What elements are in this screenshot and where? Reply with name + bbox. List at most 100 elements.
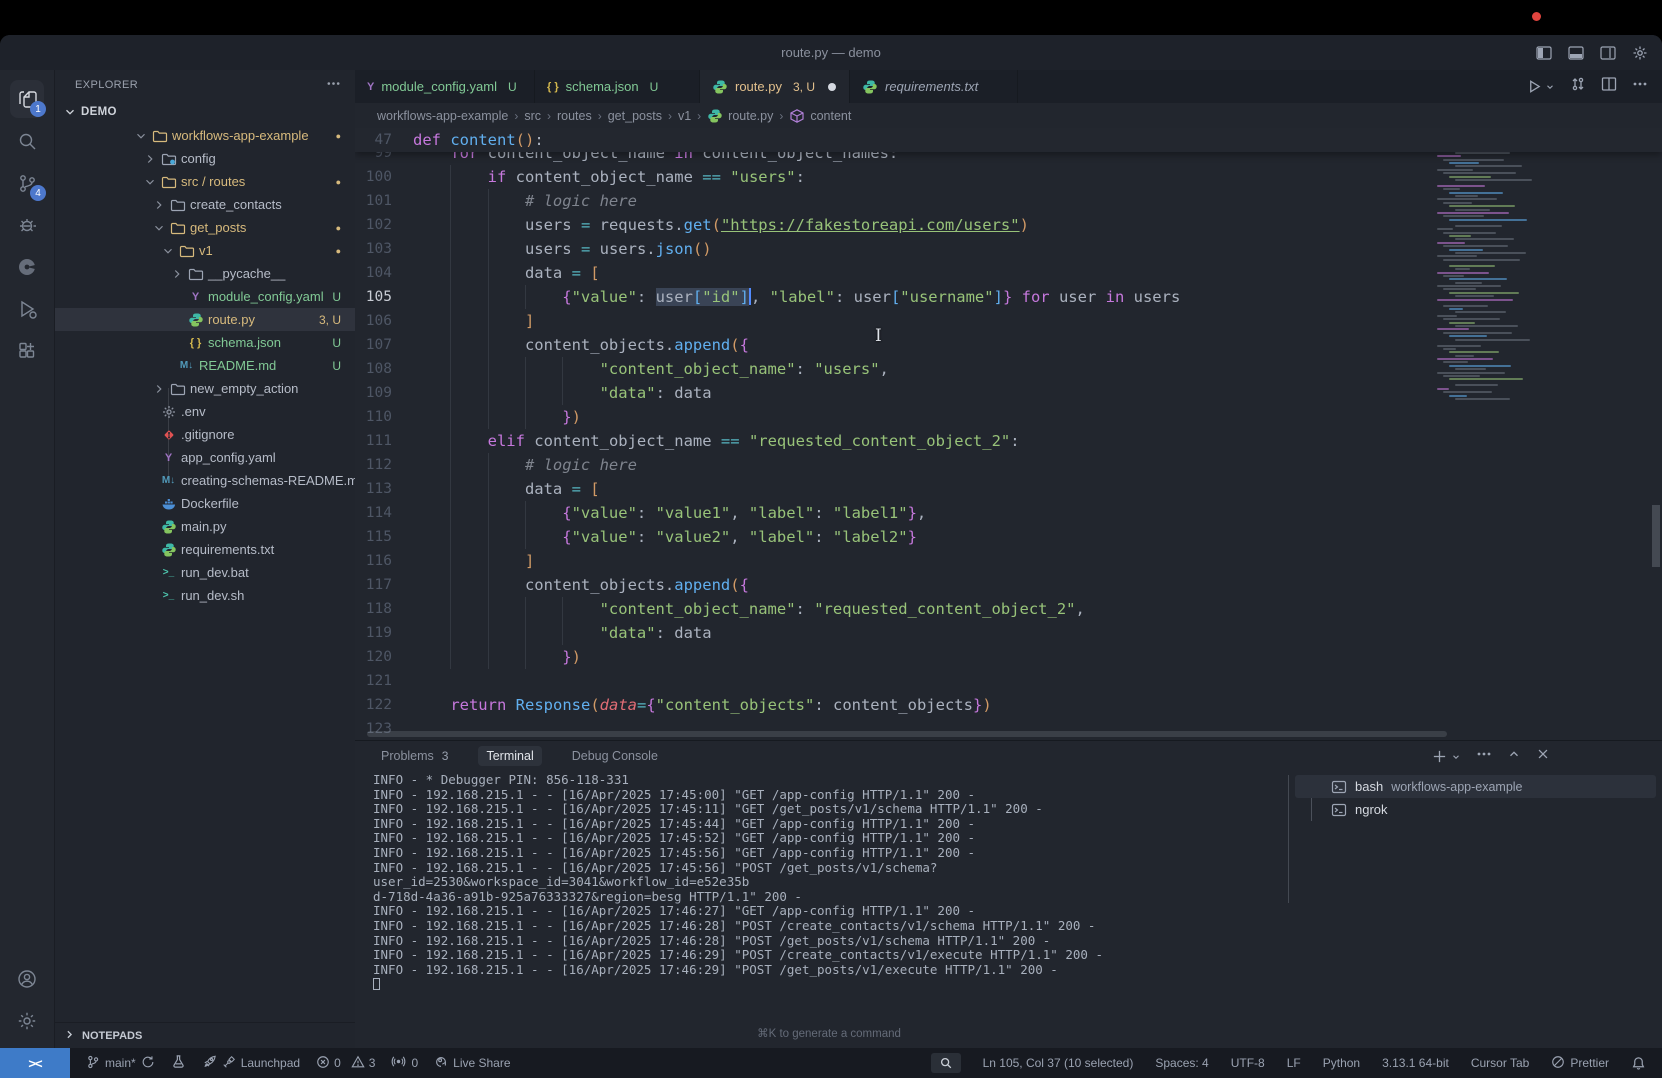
- activity-extension-circle-icon[interactable]: [5, 246, 49, 288]
- python-interpreter-item[interactable]: 3.13.1 64-bit: [1382, 1048, 1449, 1078]
- tree-item-run-dev-sh[interactable]: >_ run_dev.sh: [55, 584, 355, 607]
- remote-indicator[interactable]: ><: [0, 1048, 70, 1078]
- tree-item-requirements-txt[interactable]: requirements.txt: [55, 538, 355, 561]
- breadcrumb-item-v1[interactable]: v1: [678, 109, 691, 123]
- run-python-file-icon[interactable]: [1527, 79, 1555, 94]
- notifications-bell-icon[interactable]: [1631, 1048, 1646, 1078]
- line-number: 106: [365, 313, 392, 329]
- breadcrumb-item-content[interactable]: content: [789, 108, 851, 124]
- activity-extensions-icon[interactable]: [5, 330, 49, 372]
- maximize-panel-icon[interactable]: [1507, 747, 1521, 766]
- panel-tab-problems[interactable]: Problems 3: [373, 746, 456, 766]
- editor-horizontal-scrollbar[interactable]: [367, 731, 1447, 737]
- tree-item-dockerfile[interactable]: Dockerfile: [55, 492, 355, 515]
- activity-test-explorer-icon[interactable]: [5, 288, 49, 330]
- activity-account-icon[interactable]: [5, 958, 49, 1000]
- activity-source-control-icon[interactable]: 4: [5, 162, 49, 204]
- tree-item-workflows-app-example[interactable]: workflows-app-example ●: [55, 124, 355, 147]
- breadcrumb: workflows-app-example › src › routes › get_pos…: [355, 103, 1662, 128]
- tree-item-v1[interactable]: v1 ●: [55, 239, 355, 262]
- tree-item--pycache-[interactable]: __pycache__: [55, 262, 355, 285]
- cursor-tab-item[interactable]: Cursor Tab: [1471, 1048, 1529, 1078]
- recording-indicator-dot: [1532, 12, 1541, 21]
- code-line-112: 112 # logic here: [355, 453, 1662, 477]
- code-editor[interactable]: 47 def content(): 99 for content_object_nam…: [355, 128, 1662, 740]
- notepads-section[interactable]: NOTEPADS: [55, 1022, 355, 1048]
- panel-tab-terminal[interactable]: Terminal: [478, 746, 542, 766]
- terminal-output[interactable]: INFO - * Debugger PIN: 856-118-331 INFO -…: [373, 772, 1285, 1016]
- tree-item-src-routes[interactable]: src / routes ●: [55, 170, 355, 193]
- tree-item-app-config-yaml[interactable]: Yapp_config.yaml: [55, 446, 355, 469]
- tree-item-creating-schemas-readme-md[interactable]: M↓ creating-schemas-README.md: [55, 469, 355, 492]
- more-actions-icon[interactable]: [1632, 76, 1648, 97]
- cursor-position-item[interactable]: Ln 105, Col 37 (10 selected): [983, 1048, 1134, 1078]
- tree-item-get-posts[interactable]: get_posts ●: [55, 216, 355, 239]
- indentation-item[interactable]: Spaces: 4: [1155, 1048, 1208, 1078]
- modified-dot: ●: [335, 176, 341, 187]
- tree-item-readme-md[interactable]: M↓ README.md U: [55, 354, 355, 377]
- live-share-item[interactable]: Live Share: [434, 1048, 511, 1078]
- terminal-search-button[interactable]: [930, 1053, 961, 1073]
- toggle-sidebar-icon[interactable]: [1536, 45, 1552, 61]
- git-branch-item[interactable]: main*: [86, 1048, 155, 1078]
- tab-schema-json[interactable]: { } schema.json U: [535, 70, 700, 103]
- code-line-115: 115 {"value": "value2", "label": "label2"…: [355, 525, 1662, 549]
- workspace-section-demo[interactable]: DEMO: [55, 100, 355, 124]
- beaker-item[interactable]: [171, 1048, 186, 1078]
- tree-item-config[interactable]: config: [55, 147, 355, 170]
- breadcrumb-item-route-py[interactable]: route.py: [707, 108, 773, 124]
- tab-module-config-yaml[interactable]: Ymodule_config.yaml U: [355, 70, 535, 103]
- beaker-icon: [171, 1054, 186, 1072]
- tree-item-schema-json[interactable]: { } schema.json U: [55, 331, 355, 354]
- terminal-more-icon[interactable]: [1476, 746, 1492, 767]
- launchpad-label: Launchpad: [240, 1056, 301, 1070]
- terminal-session-ngrok[interactable]: ngrok: [1295, 798, 1662, 821]
- activity-search-icon[interactable]: [5, 120, 49, 162]
- breadcrumb-separator: ›: [779, 108, 784, 123]
- markdown-icon: M↓: [179, 360, 194, 371]
- activity-run-and-debug-icon[interactable]: [5, 204, 49, 246]
- breadcrumb-item-get-posts[interactable]: get_posts: [608, 109, 662, 123]
- tab-requirements-txt[interactable]: requirements.txt: [850, 70, 1018, 103]
- editor-vertical-scrollbar[interactable]: [1652, 505, 1660, 567]
- breadcrumb-item-routes[interactable]: routes: [557, 109, 592, 123]
- tree-item-run-dev-bat[interactable]: >_ run_dev.bat: [55, 561, 355, 584]
- tree-item-route-py[interactable]: route.py 3, U: [55, 308, 355, 331]
- tree-item-main-py[interactable]: main.py: [55, 515, 355, 538]
- docker-icon: [160, 496, 177, 512]
- breadcrumb-separator: ›: [546, 108, 551, 123]
- toggle-secondary-sidebar-icon[interactable]: [1600, 45, 1616, 61]
- tree-item-new-empty-action[interactable]: new_empty_action: [55, 377, 355, 400]
- explorer-more-icon[interactable]: [326, 76, 341, 94]
- sticky-scroll[interactable]: 47 def content():: [355, 128, 1662, 152]
- tree-item--gitignore[interactable]: .gitignore: [55, 423, 355, 446]
- eol-item[interactable]: LF: [1287, 1048, 1301, 1078]
- terminal-scrollbar[interactable]: [1288, 775, 1289, 903]
- terminal-session-bash[interactable]: bash workflows-app-example: [1295, 775, 1656, 798]
- modified-dot: ●: [335, 245, 341, 256]
- panel-tab-debug-console[interactable]: Debug Console: [564, 746, 666, 766]
- breadcrumb-item-src[interactable]: src: [524, 109, 541, 123]
- tree-item--env[interactable]: .env: [55, 400, 355, 423]
- layout-settings-gear-icon[interactable]: [1632, 45, 1648, 61]
- encoding-item[interactable]: UTF-8: [1231, 1048, 1265, 1078]
- compare-changes-icon[interactable]: [1570, 76, 1586, 97]
- close-panel-icon[interactable]: [1536, 747, 1550, 766]
- prettier-item[interactable]: Prettier: [1551, 1048, 1609, 1078]
- activity-explorer-icon[interactable]: 1: [5, 78, 49, 120]
- split-editor-icon[interactable]: [1601, 76, 1617, 97]
- explorer-sidebar: EXPLORER DEMO workflows-app-example ● conf…: [55, 70, 355, 1048]
- activity-settings-icon[interactable]: [5, 1000, 49, 1042]
- tab-route-py[interactable]: route.py 3, U: [700, 70, 850, 103]
- ports-item[interactable]: 0: [391, 1048, 418, 1078]
- launchpad-item[interactable]: Launchpad: [202, 1048, 300, 1078]
- tree-item-create-contacts[interactable]: create_contacts: [55, 193, 355, 216]
- unsaved-dot-icon[interactable]: [828, 82, 836, 91]
- new-terminal-icon[interactable]: [1432, 749, 1461, 764]
- toggle-panel-icon[interactable]: [1568, 45, 1584, 61]
- problems-item[interactable]: 0 3: [316, 1048, 375, 1078]
- language-mode-item[interactable]: Python: [1323, 1048, 1360, 1078]
- minimap[interactable]: [1437, 130, 1532, 400]
- tree-item-module-config-yaml[interactable]: Ymodule_config.yaml U: [55, 285, 355, 308]
- breadcrumb-item-workflows-app-example[interactable]: workflows-app-example: [377, 109, 508, 123]
